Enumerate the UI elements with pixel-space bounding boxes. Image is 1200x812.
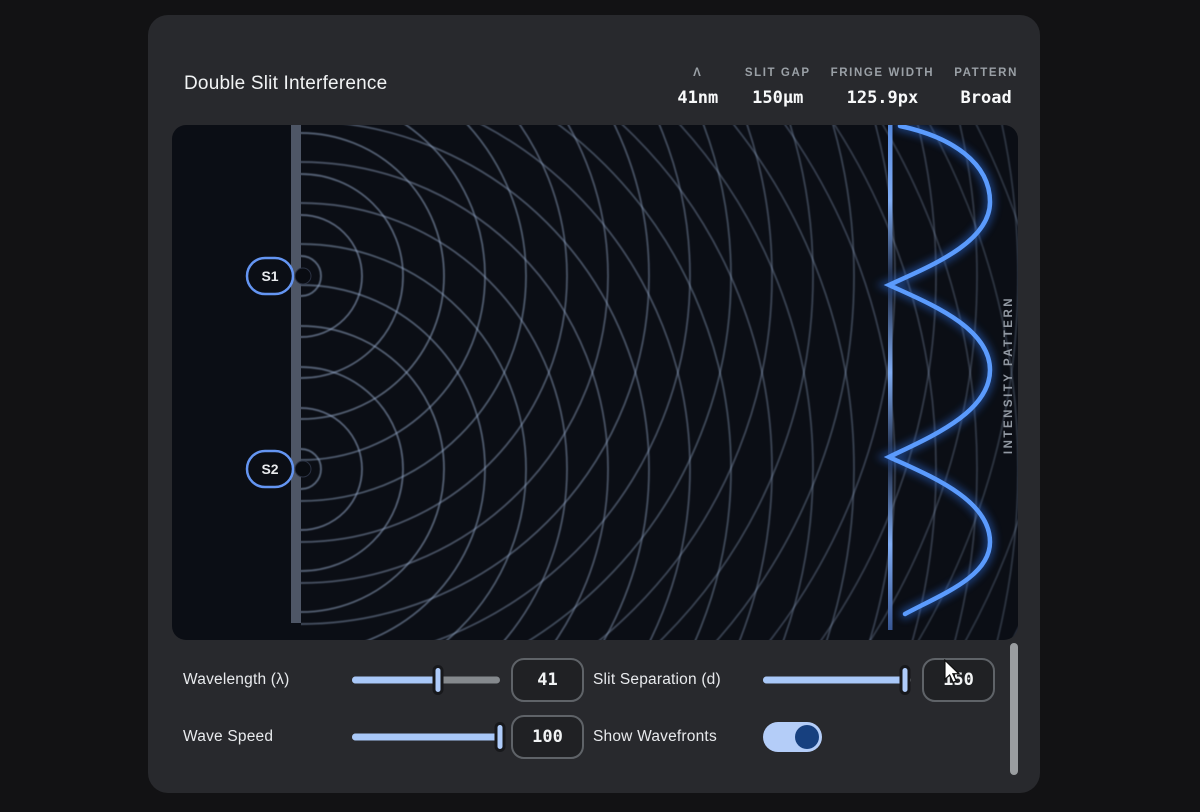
wave-speed-value[interactable]: 100 (511, 715, 584, 759)
detection-screen (888, 125, 893, 630)
controls-scrollbar[interactable] (1010, 643, 1018, 775)
stat-slit-gap-label: SLIT GAP (745, 67, 811, 79)
wave-speed-slider-thumb[interactable] (495, 722, 506, 752)
source-s1-label: S1 (261, 268, 278, 284)
stat-pattern: PATTERN Broad (954, 67, 1018, 108)
intensity-pattern-label: INTENSITY PATTERN (1003, 296, 1015, 454)
wavelength-label: Wavelength (λ) (183, 671, 289, 689)
wavelength-value[interactable]: 41 (511, 658, 584, 702)
stat-pattern-label: PATTERN (954, 67, 1018, 79)
show-wavefronts-label: Show Wavefronts (593, 728, 717, 746)
stat-wavelength: Λ 41nm (671, 67, 725, 108)
slit-2-aperture (295, 461, 311, 477)
stat-pattern-value: Broad (961, 88, 1012, 108)
slit-1-aperture (295, 268, 311, 284)
show-wavefronts-toggle-knob[interactable] (795, 725, 819, 749)
stats-readout: Λ 41nm SLIT GAP 150μm FRINGE WIDTH 125.9… (671, 67, 1018, 108)
stat-wavelength-value: 41nm (677, 88, 718, 108)
stat-fringe-width-label: FRINGE WIDTH (831, 67, 935, 79)
stat-slit-gap-value: 150μm (752, 88, 803, 108)
simulation-canvas[interactable]: S1 S2 INTENSITY PATTERN (172, 125, 1018, 640)
slit-separation-slider-fill (763, 677, 905, 684)
source-s1[interactable]: S1 (247, 258, 293, 294)
app-card: Double Slit Interference Λ 41nm SLIT GAP… (148, 15, 1040, 793)
stat-fringe-width-value: 125.9px (847, 88, 919, 108)
stat-wavelength-label: Λ (693, 67, 702, 79)
page-title: Double Slit Interference (184, 73, 387, 95)
slit-separation-slider-thumb[interactable] (900, 665, 911, 695)
wave-speed-slider-fill (352, 734, 500, 741)
show-wavefronts-toggle[interactable] (763, 722, 822, 752)
wave-speed-slider[interactable] (352, 722, 500, 752)
wavelength-slider[interactable] (352, 665, 500, 695)
source-s2-label: S2 (261, 461, 278, 477)
wave-speed-label: Wave Speed (183, 728, 273, 746)
intensity-curve (889, 126, 990, 614)
slit-separation-label: Slit Separation (d) (593, 671, 721, 689)
wavelength-slider-thumb[interactable] (432, 665, 443, 695)
slit-barrier (291, 125, 301, 623)
mouse-cursor (943, 659, 961, 685)
slit-separation-slider[interactable] (763, 665, 911, 695)
source-s2[interactable]: S2 (247, 451, 293, 487)
stat-fringe-width: FRINGE WIDTH 125.9px (831, 67, 935, 108)
stat-slit-gap: SLIT GAP 150μm (745, 67, 811, 108)
wavelength-slider-fill (352, 677, 438, 684)
